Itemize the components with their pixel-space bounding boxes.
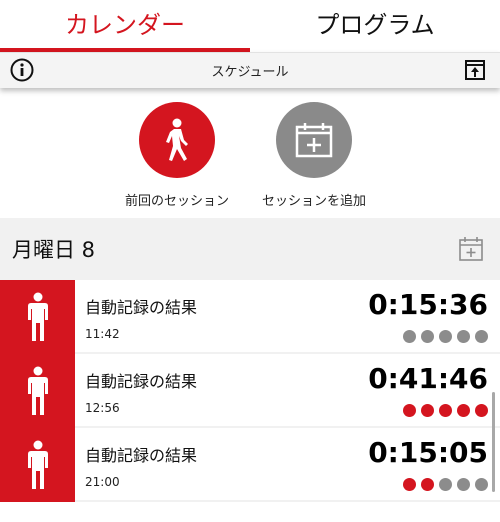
last-session-circle [139,102,215,178]
intensity-dot [421,404,434,417]
intensity-dot [457,404,470,417]
session-time: 11:42 [85,327,120,341]
session-duration: 0:41:46 [368,362,488,395]
session-actions: 前回のセッション セッションを追加 [0,88,500,218]
standing-person-icon [27,440,48,489]
session-title: 自動記録の結果 [85,446,198,465]
top-tabs: カレンダー プログラム [0,0,500,52]
intensity-dot [439,478,452,491]
intensity-dot [475,478,488,491]
intensity-dots [403,330,488,343]
page-title: スケジュール [211,65,289,80]
export-icon[interactable] [464,59,486,81]
intensity-dot [403,330,416,343]
intensity-dots [403,478,488,491]
add-session-button[interactable]: セッションを追加 [262,102,366,209]
intensity-dot [439,404,452,417]
session-time: 21:00 [85,475,120,489]
session-list: 自動記録の結果 11:42 0:15:36 自動記録の結果 12:56 0:41… [0,280,500,502]
session-thumbnail [0,354,75,428]
standing-person-icon [27,366,48,415]
scrollbar[interactable] [492,392,495,492]
intensity-dot [475,404,488,417]
session-thumbnail [0,280,75,354]
session-thumbnail [0,428,75,502]
add-session-label: セッションを追加 [262,194,367,209]
session-duration: 0:15:36 [368,288,488,321]
calendar-add-icon[interactable] [458,236,484,262]
intensity-dots [403,404,488,417]
intensity-dot [475,330,488,343]
intensity-dot [421,330,434,343]
session-time: 12:56 [85,401,120,415]
schedule-header: スケジュール [0,52,500,88]
last-session-button[interactable]: 前回のセッション [125,102,229,209]
tab-program[interactable]: プログラム [250,0,500,52]
session-duration: 0:15:05 [368,436,488,469]
standing-person-icon [27,292,48,341]
walking-person-icon [166,118,188,161]
session-row[interactable]: 自動記録の結果 11:42 0:15:36 [0,280,500,354]
session-title: 自動記録の結果 [85,372,198,391]
tab-calendar-label: カレンダー [65,10,185,39]
add-session-circle [276,102,352,178]
day-title: 月曜日 8 [12,238,96,262]
calendar-add-icon [295,123,333,158]
day-header: 月曜日 8 [0,218,500,280]
last-session-label: 前回のセッション [125,194,230,209]
session-title: 自動記録の結果 [85,298,198,317]
intensity-dot [457,478,470,491]
intensity-dot [457,330,470,343]
tab-calendar[interactable]: カレンダー [0,0,250,52]
intensity-dot [403,478,416,491]
intensity-dot [421,478,434,491]
session-row[interactable]: 自動記録の結果 21:00 0:15:05 [0,428,500,502]
tab-program-label: プログラム [315,10,435,39]
intensity-dot [403,404,416,417]
intensity-dot [439,330,452,343]
session-row[interactable]: 自動記録の結果 12:56 0:41:46 [0,354,500,428]
info-icon[interactable] [10,58,34,82]
